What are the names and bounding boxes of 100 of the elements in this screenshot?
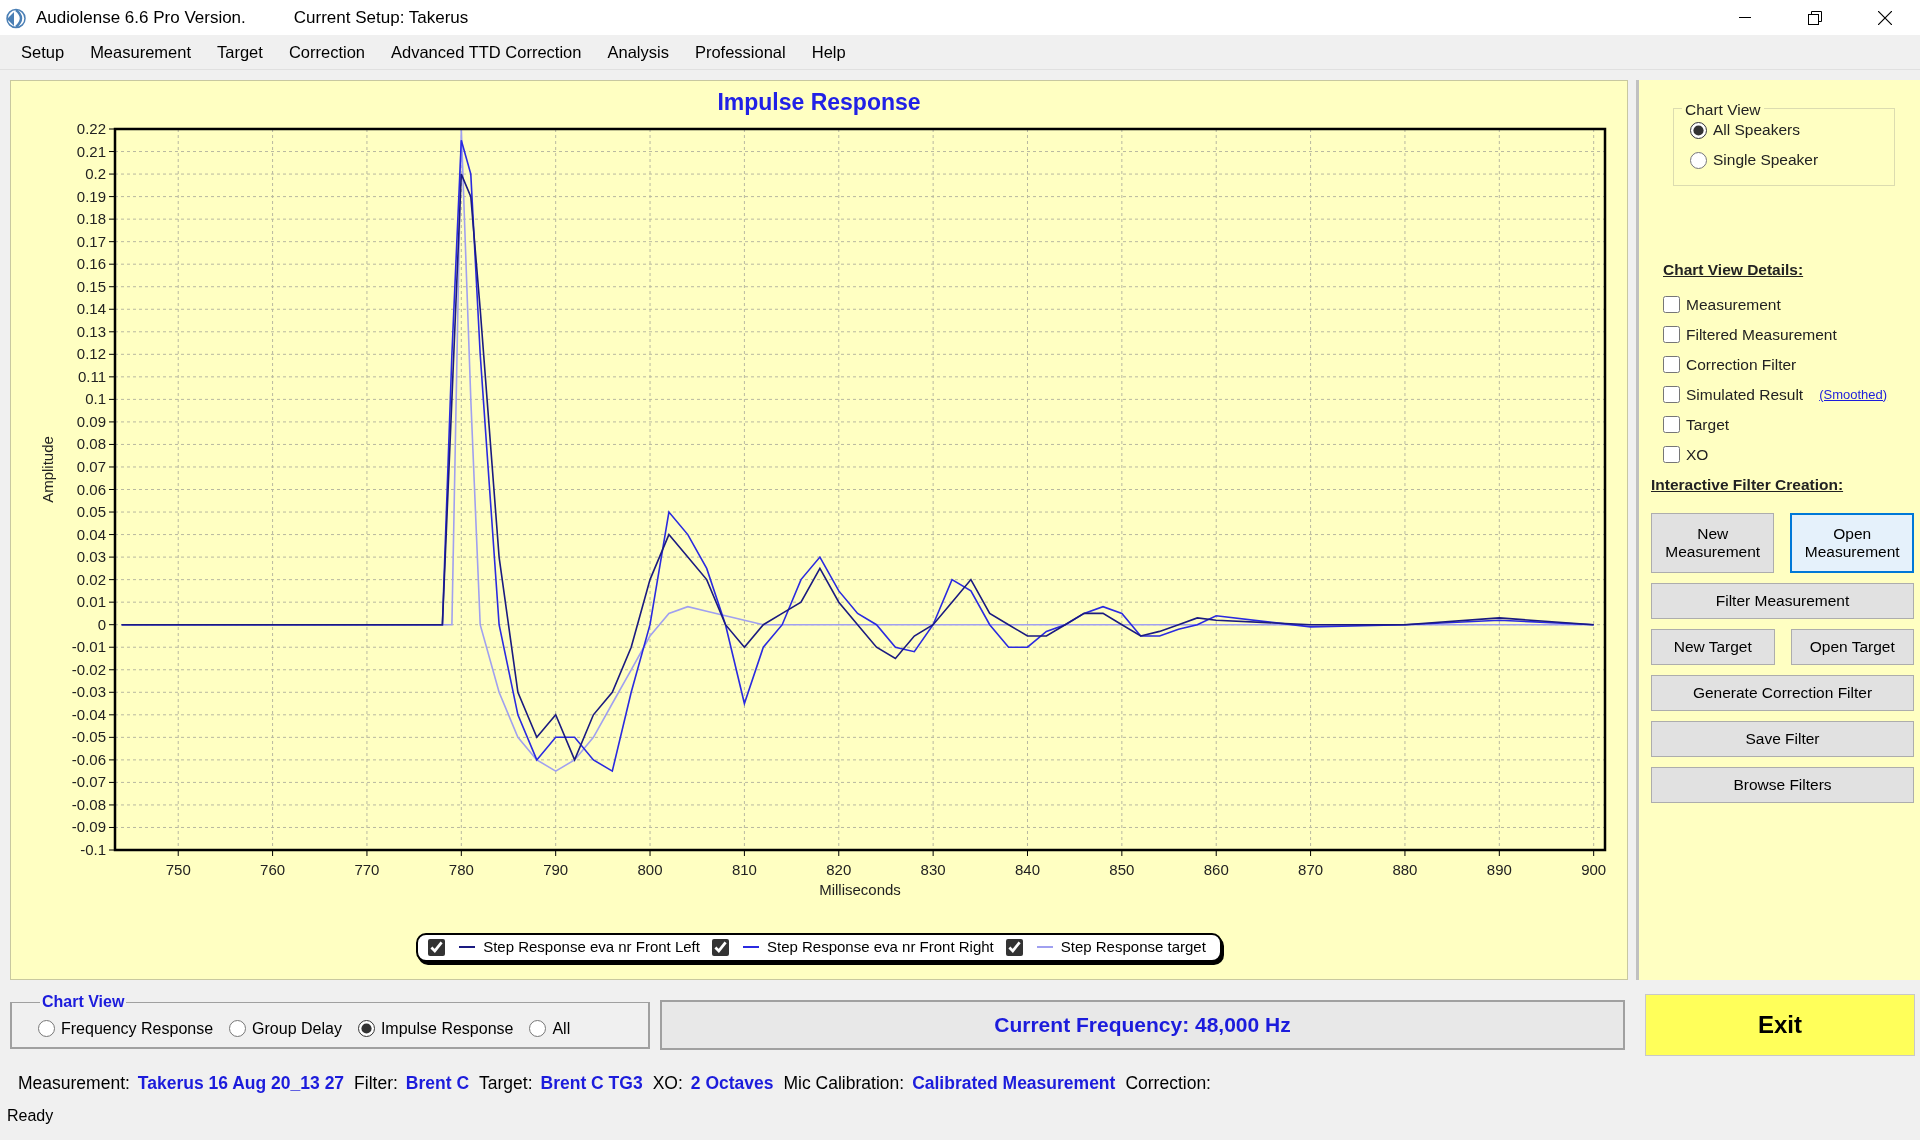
radio-button[interactable] (1690, 151, 1707, 169)
option-label: Simulated Result (1686, 384, 1804, 405)
y-axis-tick-label: -0.04 (71, 705, 106, 723)
y-axis-tick-label: 0.03 (76, 548, 106, 566)
checkbox[interactable] (1663, 295, 1680, 313)
field-value: Takerus 16 Aug 20_13 27 (137, 1071, 345, 1095)
y-axis-tick-label: 0.07 (76, 457, 106, 475)
action-button[interactable]: Save Filter (1651, 720, 1914, 757)
field-value: Brent C (405, 1071, 470, 1095)
current-setup-label: Current Setup: Takerus (293, 6, 469, 29)
menu-item[interactable]: Correction (275, 35, 378, 69)
radio-button[interactable] (529, 1020, 547, 1037)
legend-label: Step Response target (1060, 937, 1206, 957)
checkbox[interactable] (1663, 355, 1680, 373)
x-axis-tick-label: 800 (637, 861, 663, 878)
x-axis-tick-label: 760 (260, 861, 286, 878)
legend-label: Step Response eva nr Front Right (766, 937, 994, 957)
field-label: Mic Calibration: (783, 1071, 905, 1095)
y-axis-tick-label: 0.05 (76, 503, 106, 521)
menu-item[interactable]: Professional (681, 35, 799, 69)
x-axis-title: Milliseconds (819, 881, 901, 898)
x-axis-tick-label: 860 (1203, 861, 1229, 878)
legend-checkbox[interactable] (711, 938, 729, 956)
x-axis-tick-label: 880 (1392, 861, 1418, 878)
menu-item[interactable]: Target (204, 35, 276, 69)
x-axis-tick-label: 770 (354, 861, 380, 878)
x-axis-tick-label: 840 (1015, 861, 1040, 878)
legend-checkbox[interactable] (428, 938, 446, 956)
action-button[interactable]: Filter Measurement (1651, 582, 1914, 619)
action-button[interactable]: New Target (1651, 628, 1775, 665)
legend-checkbox[interactable] (1005, 938, 1023, 956)
option-label: Group Delay (252, 1018, 342, 1039)
action-button[interactable]: Generate Correction Filter (1651, 674, 1914, 711)
y-axis-tick-label: 0.19 (76, 187, 106, 205)
y-axis-tick-label: 0.12 (76, 345, 106, 363)
field-value: Calibrated Measurement (912, 1071, 1116, 1095)
x-axis-tick-label: 900 (1581, 861, 1607, 878)
y-axis-tick-label: -0.06 (71, 750, 106, 768)
action-button[interactable]: New Measurement (1651, 512, 1775, 573)
y-axis-tick-label: -0.09 (71, 818, 106, 836)
menu-item[interactable]: Help (798, 35, 859, 69)
y-axis-tick-label: -0.03 (71, 683, 106, 701)
option-label: Single Speaker (1713, 150, 1819, 171)
x-axis-tick-label: 890 (1486, 861, 1512, 878)
y-axis-tick-label: 0.04 (76, 525, 106, 543)
field-value: Brent C TG3 (540, 1071, 643, 1095)
checkbox[interactable] (1663, 325, 1680, 343)
y-axis-tick-label: 0.02 (76, 570, 106, 588)
y-axis-tick-label: 0.11 (77, 367, 106, 385)
y-axis-title: Amplitude (39, 436, 56, 503)
radio-button[interactable] (229, 1020, 247, 1037)
action-button[interactable]: Browse Filters (1651, 766, 1914, 803)
menu-item[interactable]: Advanced TTD Correction (378, 35, 595, 69)
field-label: Correction: (1125, 1071, 1211, 1095)
smoothed-link[interactable]: (Smoothed) (1819, 384, 1888, 404)
checkbox[interactable] (1663, 415, 1680, 433)
y-axis-tick-label: -0.05 (71, 728, 106, 746)
y-axis-tick-label: -0.01 (71, 638, 106, 656)
y-axis-tick-label: -0.02 (71, 660, 106, 678)
radio-button[interactable] (357, 1020, 375, 1037)
x-axis-tick-label: 780 (448, 861, 474, 878)
current-frequency-display: Current Frequency: 48,000 Hz (660, 1000, 1625, 1050)
y-axis-tick-label: 0.15 (76, 277, 106, 295)
y-axis-tick-label: 0.08 (76, 435, 106, 453)
radio-button[interactable] (1690, 121, 1707, 139)
status-text: Ready (6, 1106, 55, 1126)
menu-item[interactable]: Analysis (594, 35, 682, 69)
y-axis-tick-label: 0.14 (76, 300, 106, 318)
action-button[interactable]: Open Target (1790, 628, 1914, 665)
option-label: Measurement (1686, 294, 1781, 315)
chart-title: Impulse Response (716, 88, 922, 117)
y-axis-tick-label: -0.1 (80, 841, 106, 858)
option-label: Correction Filter (1686, 354, 1797, 375)
radio-button[interactable] (38, 1020, 55, 1037)
menu-item[interactable]: Measurement (77, 35, 204, 69)
action-button[interactable]: Open Measurement (1790, 512, 1914, 573)
y-axis-tick-label: 0.2 (85, 165, 106, 183)
exit-button[interactable]: Exit (1645, 994, 1915, 1056)
section-heading: Interactive Filter Creation: (1651, 475, 1845, 496)
y-axis-tick-label: 0.16 (76, 255, 106, 273)
y-axis-tick-label: 0.13 (76, 322, 106, 340)
field-label: Measurement: (18, 1071, 130, 1095)
y-axis-tick-label: 0.1 (85, 390, 106, 408)
option-label: XO (1686, 444, 1709, 465)
y-axis-tick-label: -0.07 (71, 773, 106, 791)
x-axis-tick-label: 790 (543, 861, 569, 878)
menu-item[interactable]: Setup (8, 35, 78, 69)
field-label: Filter: (354, 1071, 398, 1095)
checkbox[interactable] (1663, 385, 1680, 403)
field-label: Target: (479, 1071, 533, 1095)
option-label: Target (1686, 414, 1730, 435)
option-label: All Speakers (1713, 120, 1800, 141)
option-label: Frequency Response (61, 1018, 214, 1039)
checkbox[interactable] (1663, 445, 1680, 463)
x-axis-tick-label: 830 (920, 861, 946, 878)
y-axis-tick-label: 0.17 (76, 232, 106, 250)
y-axis-tick-label: 0.06 (76, 480, 106, 498)
y-axis-tick-label: 0.22 (76, 121, 106, 137)
x-axis-tick-label: 850 (1109, 861, 1135, 878)
option-label: Impulse Response (380, 1018, 514, 1039)
